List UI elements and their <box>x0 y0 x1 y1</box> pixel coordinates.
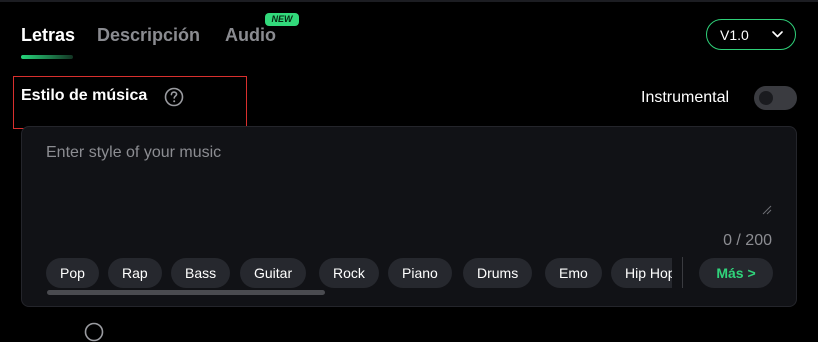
chevron-down-icon <box>772 31 783 38</box>
style-tag[interactable]: Piano <box>388 258 452 288</box>
style-tag[interactable]: Guitar <box>240 258 307 288</box>
tab-audio[interactable]: Audio <box>225 25 276 46</box>
new-badge: NEW <box>265 13 299 26</box>
character-counter: 0 / 200 <box>723 232 772 249</box>
style-tag[interactable]: Rock <box>319 258 379 288</box>
version-label: V1.0 <box>720 26 749 43</box>
music-style-panel: 0 / 200 Pop Rap Bass Guitar Rock Piano D… <box>21 126 797 307</box>
tab-description[interactable]: Descripción <box>97 25 200 46</box>
more-tags-button[interactable]: Más > <box>699 258 773 288</box>
version-select[interactable]: V1.0 <box>706 19 796 50</box>
question-circle-icon[interactable] <box>164 87 184 107</box>
instrumental-toggle[interactable] <box>754 86 797 110</box>
tags-separator <box>682 257 683 288</box>
tab-lyrics[interactable]: Letras <box>21 25 75 46</box>
style-tag[interactable]: Rap <box>108 258 162 288</box>
style-tag[interactable]: Emo <box>545 258 602 288</box>
resize-grip-icon[interactable] <box>762 205 772 215</box>
style-tag[interactable]: Pop <box>46 258 99 288</box>
style-tag[interactable]: Drums <box>463 258 533 288</box>
style-tag-list: Pop Rap Bass Guitar Rock Piano Drums Emo… <box>46 258 672 288</box>
tags-scrollbar[interactable] <box>47 290 325 295</box>
style-tag[interactable]: Hip Hop <box>611 258 672 288</box>
style-tag[interactable]: Bass <box>171 258 231 288</box>
music-style-title: Estilo de música <box>21 87 148 104</box>
toggle-knob <box>759 91 773 105</box>
active-tab-indicator <box>21 55 73 59</box>
instrumental-label: Instrumental <box>641 89 730 106</box>
question-circle-icon[interactable] <box>84 322 104 342</box>
top-divider <box>0 0 818 2</box>
music-style-input[interactable] <box>46 144 770 216</box>
